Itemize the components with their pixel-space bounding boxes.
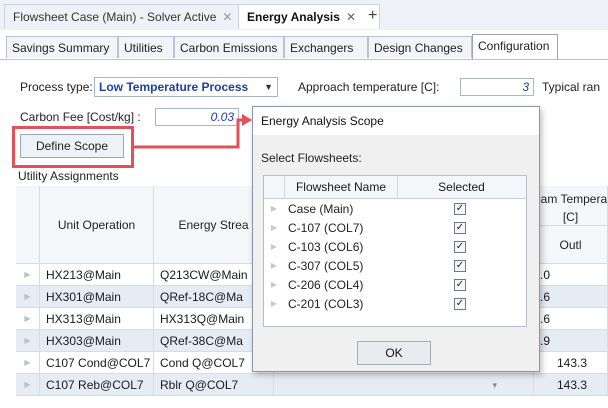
energy-analysis-scope-dialog: Energy Analysis Scope Select Flowsheets:… xyxy=(252,106,540,372)
tab-exchangers[interactable]: Exchangers xyxy=(284,36,368,58)
flowsheet-row[interactable]: ▶ C-307 (COL5) ✓ xyxy=(264,257,526,275)
row-selector-icon[interactable]: ▶ xyxy=(264,257,284,275)
selected-checkbox[interactable]: ✓ xyxy=(454,241,466,253)
col-header-selected[interactable]: Selected xyxy=(397,176,526,198)
callout-arrow-head xyxy=(242,114,252,126)
unit-operation-cell[interactable]: HX213@Main xyxy=(40,264,154,286)
unit-operation-cell[interactable]: HX303@Main xyxy=(40,330,154,352)
col-header-unit-operation[interactable]: Unit Operation xyxy=(40,186,154,264)
close-icon[interactable]: ✕ xyxy=(222,10,232,24)
temperature-cell[interactable]: 143.3 xyxy=(534,374,608,396)
energy-stream-cell[interactable]: Rblr Q@COL7 xyxy=(154,374,274,396)
row-selector-icon[interactable]: ▶ xyxy=(264,276,284,294)
unit-operation-cell[interactable]: HX301@Main xyxy=(40,286,154,308)
select-flowsheets-label: Select Flowsheets: xyxy=(261,151,362,165)
col-header-flowsheet-name[interactable]: Flowsheet Name xyxy=(284,176,398,198)
grid-header: Flowsheet Name Selected xyxy=(264,176,526,199)
selected-checkbox[interactable]: ✓ xyxy=(454,260,466,272)
sub-tab-strip: Savings Summary Utilities Carbon Emissio… xyxy=(0,30,608,60)
unit-operation-cell[interactable]: C107 Cond@COL7 xyxy=(40,352,154,374)
flowsheet-row[interactable]: ▶ C-107 (COL7) ✓ xyxy=(264,219,526,237)
row-selector-icon[interactable]: ▶ xyxy=(16,308,40,330)
temperature-cell[interactable]: .6 xyxy=(534,286,608,308)
temperature-cell[interactable]: .0 xyxy=(534,264,608,286)
dialog-title: Energy Analysis Scope xyxy=(253,107,539,135)
col-header-outlet[interactable]: Outl xyxy=(534,226,608,264)
process-type-value: Low Temperature Process xyxy=(99,80,249,94)
document-tab-strip: Flowsheet Case (Main) - Solver Active ✕ E… xyxy=(0,0,608,31)
tab-configuration[interactable]: Configuration xyxy=(472,34,558,60)
row-selector-icon[interactable]: ▶ xyxy=(16,286,40,308)
temperature-cell[interactable]: .6 xyxy=(534,308,608,330)
tab-savings-summary[interactable]: Savings Summary xyxy=(6,36,118,58)
row-selector-icon[interactable]: ▶ xyxy=(16,330,40,352)
selected-checkbox[interactable]: ✓ xyxy=(454,222,466,234)
tab-design-changes[interactable]: Design Changes xyxy=(368,36,472,58)
approach-temp-label: Approach temperature [C]: xyxy=(298,80,440,94)
flowsheet-grid: Flowsheet Name Selected ▶ Case (Main) ✓ … xyxy=(263,175,527,327)
ok-button[interactable]: OK xyxy=(357,341,431,365)
flowsheet-name: C-107 (COL7) xyxy=(288,221,364,235)
row-selector-icon[interactable]: ▶ xyxy=(16,374,40,396)
row-selector-icon[interactable]: ▶ xyxy=(264,200,284,218)
row-selector-icon[interactable]: ▶ xyxy=(264,219,284,237)
define-scope-button[interactable]: Define Scope xyxy=(20,134,124,158)
selected-checkbox[interactable]: ✓ xyxy=(454,279,466,291)
tab-flowsheet-case[interactable]: Flowsheet Case (Main) - Solver Active ✕ xyxy=(4,4,254,29)
dialog-body: Select Flowsheets: Flowsheet Name Select… xyxy=(253,135,539,371)
flowsheet-name: Case (Main) xyxy=(288,202,354,216)
row-selector-icon[interactable]: ▶ xyxy=(16,264,40,286)
row-selector-icon[interactable]: ▶ xyxy=(264,238,284,256)
unit-operation-cell[interactable]: HX313@Main xyxy=(40,308,154,330)
flowsheet-row[interactable]: ▶ C-103 (COL6) ✓ xyxy=(264,238,526,256)
row-selector-icon[interactable]: ▶ xyxy=(264,295,284,313)
unit-operation-cell[interactable]: C107 Reb@COL7 xyxy=(40,374,154,396)
flowsheet-name: C-206 (COL4) xyxy=(288,278,364,292)
process-type-label: Process type: xyxy=(20,80,93,94)
flowsheet-row[interactable]: ▶ C-206 (COL4) ✓ xyxy=(264,276,526,294)
col-header-steam-temp[interactable]: eam Tempera [C] xyxy=(534,186,608,226)
tab-label: Energy Analysis xyxy=(247,10,340,24)
tab-utilities[interactable]: Utilities xyxy=(118,36,174,58)
tab-divider xyxy=(0,59,608,60)
flowsheet-row[interactable]: ▶ C-201 (COL3) ✓ xyxy=(264,295,526,313)
flowsheet-name: C-103 (COL6) xyxy=(288,240,364,254)
tab-label: Flowsheet Case (Main) - Solver Active xyxy=(13,10,217,24)
tab-carbon-emissions[interactable]: Carbon Emissions xyxy=(174,36,284,58)
utility-dropdown[interactable]: ▾ xyxy=(274,374,534,396)
steam-temp-label: eam Tempera xyxy=(534,192,608,206)
chevron-down-icon: ▼ xyxy=(264,82,273,92)
flowsheet-row[interactable]: ▶ Case (Main) ✓ xyxy=(264,200,526,218)
row-selector-icon[interactable]: ▶ xyxy=(16,352,40,374)
temperature-cell[interactable]: 143.3 xyxy=(534,352,608,374)
utility-assignments-label: Utility Assignments xyxy=(18,169,119,183)
process-type-dropdown[interactable]: Low Temperature Process ▼ xyxy=(94,77,278,97)
chevron-down-icon: ▾ xyxy=(492,380,497,390)
tab-energy-analysis[interactable]: Energy Analysis ✕ xyxy=(238,4,380,29)
typical-range-label: Typical ran xyxy=(542,80,601,94)
selected-checkbox[interactable]: ✓ xyxy=(454,298,466,310)
carbon-fee-label: Carbon Fee [Cost/kg] : xyxy=(20,110,141,124)
steam-temp-unit: [C] xyxy=(562,210,579,224)
row-header-corner xyxy=(16,186,40,264)
flowsheet-name: C-307 (COL5) xyxy=(288,259,364,273)
add-tab-icon[interactable]: + xyxy=(368,4,377,28)
temperature-cell[interactable]: .9 xyxy=(534,330,608,352)
carbon-fee-input[interactable]: 0.03 xyxy=(155,108,239,126)
selected-checkbox[interactable]: ✓ xyxy=(454,203,466,215)
close-icon[interactable]: ✕ xyxy=(346,10,356,24)
flowsheet-name: C-201 (COL3) xyxy=(288,297,364,311)
approach-temp-input[interactable]: 3 xyxy=(460,78,534,96)
